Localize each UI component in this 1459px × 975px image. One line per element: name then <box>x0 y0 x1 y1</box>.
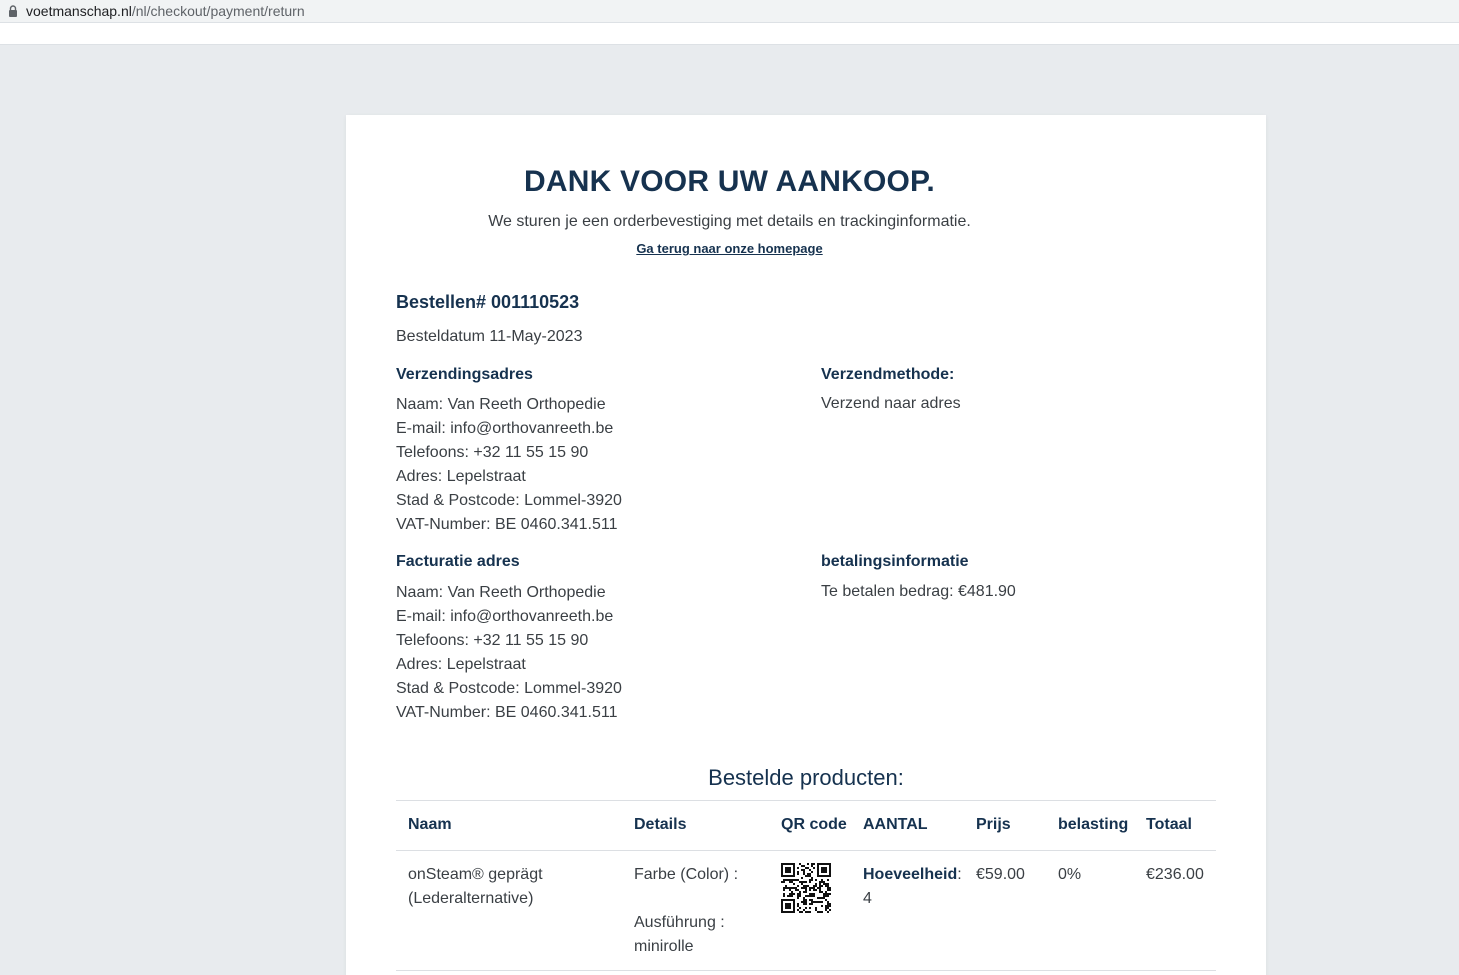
table-top-border <box>396 800 1216 801</box>
shipping-street: Adres: Lepelstraat <box>396 468 526 485</box>
quantity-value: 4 <box>863 890 872 907</box>
billing-name: Naam: Van Reeth Orthopedie <box>396 584 606 601</box>
shipping-vat-number: VAT-Number: BE 0460.341.511 <box>396 516 618 533</box>
shipping-name: Naam: Van Reeth Orthopedie <box>396 396 606 413</box>
product-name-line-1: onSteam® geprägt <box>408 866 543 883</box>
column-header-details: Details <box>634 816 687 833</box>
detail-variant-label: Ausführung : <box>634 914 725 931</box>
shipping-address-heading: Verzendingsadres <box>396 366 533 383</box>
detail-color: Farbe (Color) : <box>634 866 739 883</box>
page-title: DANK VOOR UW AANKOOP. <box>524 165 935 198</box>
billing-vat-number: VAT-Number: BE 0460.341.511 <box>396 704 618 721</box>
product-total: €236.00 <box>1146 866 1204 883</box>
row-bottom-border <box>396 970 1216 971</box>
url-text[interactable]: voetmanschap.nl/nl/checkout/payment/retu… <box>26 3 305 19</box>
order-date: Besteldatum 11-May-2023 <box>396 328 583 345</box>
homepage-link[interactable]: Ga terug naar onze homepage <box>0 241 1459 256</box>
billing-street: Adres: Lepelstraat <box>396 656 526 673</box>
billing-address-heading: Facturatie adres <box>396 553 520 570</box>
quantity-colon: : <box>957 866 962 883</box>
product-details: Farbe (Color) : Ausführung : minirolle <box>634 863 738 959</box>
header-bottom-border <box>396 850 1216 851</box>
product-name: onSteam® geprägt (Lederalternative) <box>408 863 543 911</box>
shipping-address-block: Naam: Van Reeth Orthopedie E-mail: info@… <box>396 393 622 537</box>
qr-code-icon <box>781 863 831 913</box>
lock-icon <box>4 5 22 17</box>
column-header-tax: belasting <box>1058 816 1129 833</box>
column-header-total: Totaal <box>1146 816 1192 833</box>
product-tax: 0% <box>1058 866 1082 883</box>
column-header-name: Naam <box>408 816 452 833</box>
product-quantity: Hoeveelheid: 4 <box>863 863 962 911</box>
product-price: €59.00 <box>976 866 1025 883</box>
quantity-label: Hoeveelheid <box>863 866 958 883</box>
payment-info-heading: betalingsinformatie <box>821 553 969 570</box>
shipping-method-value: Verzend naar adres <box>821 395 961 412</box>
shipping-city-postcode: Stad & Postcode: Lommel-3920 <box>396 492 622 509</box>
ordered-products-heading: Bestelde producten: <box>708 765 904 790</box>
column-header-quantity: AANTAL <box>863 816 928 833</box>
column-header-qr-code: QR code <box>781 816 847 833</box>
billing-phone: Telefoons: +32 11 55 15 90 <box>396 632 589 649</box>
browser-address-bar[interactable]: voetmanschap.nl/nl/checkout/payment/retu… <box>0 0 1459 22</box>
order-number: Bestellen# 001110523 <box>396 292 580 312</box>
shipping-method-heading: Verzendmethode: <box>821 366 955 383</box>
product-name-line-2: (Lederalternative) <box>408 890 534 907</box>
browser-toolbar-strip <box>0 22 1459 45</box>
column-header-price: Prijs <box>976 816 1011 833</box>
detail-variant-value: minirolle <box>634 938 694 955</box>
billing-address-block: Naam: Van Reeth Orthopedie E-mail: info@… <box>396 581 622 725</box>
url-path: /nl/checkout/payment/return <box>131 3 305 19</box>
url-domain: voetmanschap.nl <box>26 3 132 19</box>
payment-amount: Te betalen bedrag: €481.90 <box>821 583 1016 600</box>
billing-city-postcode: Stad & Postcode: Lommel-3920 <box>396 680 622 697</box>
billing-email: E-mail: info@orthovanreeth.be <box>396 608 614 625</box>
shipping-email: E-mail: info@orthovanreeth.be <box>396 420 614 437</box>
confirmation-subtitle: We sturen je een orderbevestiging met de… <box>488 213 971 230</box>
shipping-phone: Telefoons: +32 11 55 15 90 <box>396 444 589 461</box>
